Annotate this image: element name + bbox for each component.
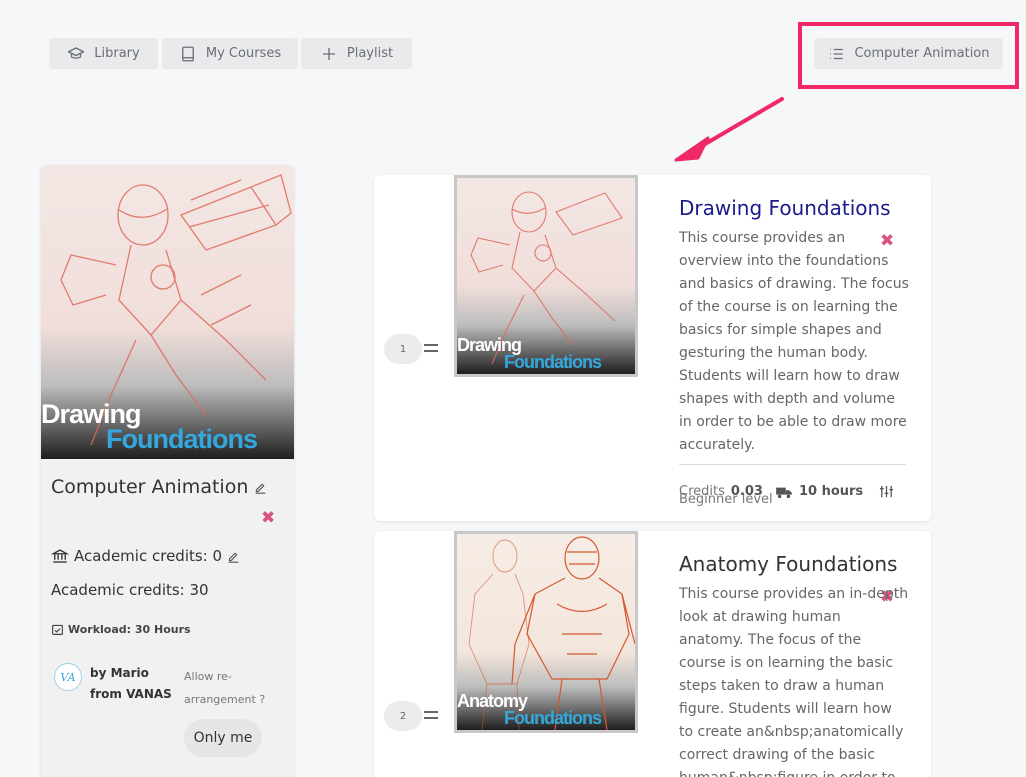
calendar-check-icon [52,624,63,635]
playlist-label: Playlist [346,46,394,61]
bank-icon [51,549,69,563]
drag-handle-icon[interactable] [424,711,438,719]
academic-credits-label: Academic credits: 0 [74,547,223,565]
course-card: 1 Drawing Foundations Drawing Foundation… [374,175,931,521]
only-me-button[interactable]: Only me [184,719,262,757]
drag-handle-icon[interactable] [424,344,438,352]
list-icon [830,48,844,59]
playlist-title-text: Computer Animation [51,476,249,498]
book-icon [181,46,194,61]
playlist-selector-button[interactable]: Computer Animation [814,38,1003,69]
playlist-title: Computer Animation [51,476,267,498]
library-button[interactable]: Library [49,38,158,69]
delete-playlist-icon[interactable]: ✖ [261,508,275,528]
academic-credits-total: Academic credits: 30 [51,581,209,599]
course-description: This course provides an overview into th… [679,230,909,453]
edit-title-icon[interactable] [254,481,267,494]
credits-value: 0.03 [730,484,763,499]
cover-word-foundations: Foundations [106,424,258,455]
my-courses-label: My Courses [205,46,282,61]
course-meta-row: Credits 0.03 10 hours [679,484,894,499]
annotation-arrow-icon [674,97,784,162]
plus-icon [322,47,335,60]
course-thumbnail[interactable]: Anatomy Foundations [454,531,638,733]
sliders-icon[interactable] [879,484,894,499]
course-title-link[interactable]: Anatomy Foundations [679,552,897,576]
workload-text: Workload: 30 Hours [68,623,191,636]
graduation-cap-icon [68,46,85,59]
author-avatar: VA [54,663,82,691]
course-thumbnail[interactable]: Drawing Foundations [454,175,638,377]
add-playlist-button[interactable]: Playlist [301,38,412,69]
course-card: 2 Anatomy Foundations Anatomy Foundation… [374,531,931,777]
allow-rearrangement-label: Allow re-arrangement ? [184,670,266,706]
academic-credits-row: Academic credits: 0 [51,547,240,565]
my-courses-button[interactable]: My Courses [162,38,298,69]
library-label: Library [94,46,140,61]
workload-truck-icon [776,487,792,498]
edit-credits-icon[interactable] [227,550,240,563]
playlist-card: Drawing Foundations Computer Animation ✖… [41,165,294,777]
divider [679,464,906,465]
playlist-cover-image: Drawing Foundations [41,165,294,459]
playlist-selector-label: Computer Animation [854,46,990,61]
hours-value: 10 hours [798,484,864,499]
workload-row: Workload: 30 Hours [51,623,191,636]
credits-label: Credits [679,484,725,499]
course-order-number: 2 [384,701,422,731]
author-name: by Mario from VANAS [90,666,172,701]
course-title-link[interactable]: Drawing Foundations [679,196,891,220]
course-description: This course provides an in-depth look at… [679,586,909,777]
course-order-number: 1 [384,334,422,364]
